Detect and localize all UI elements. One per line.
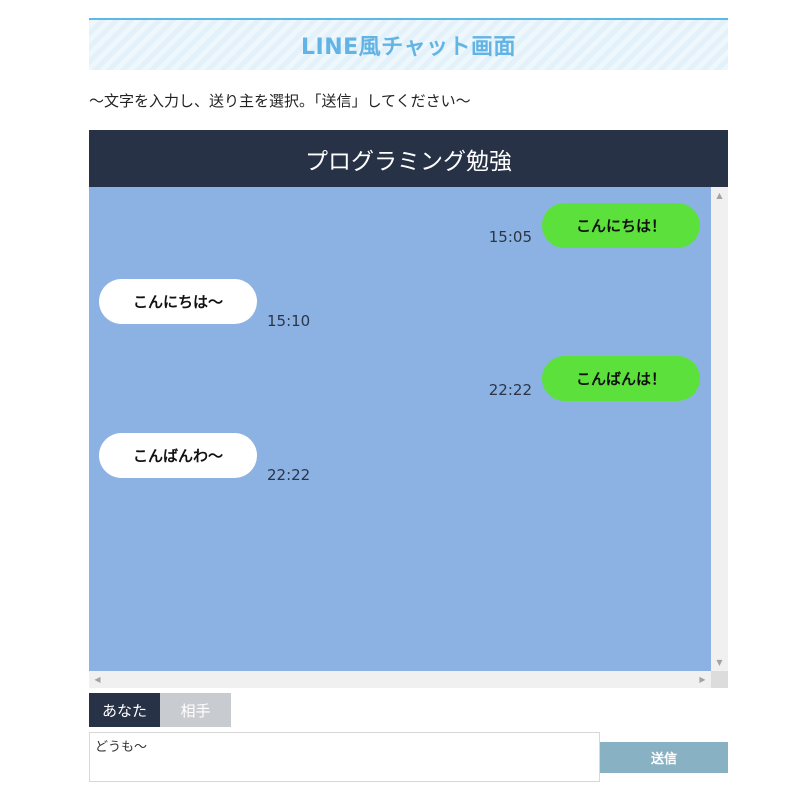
- message-row-partner: こんにちは〜 15:10: [99, 279, 310, 330]
- sender-selector: あなた 相手: [89, 693, 231, 727]
- tab-partner[interactable]: 相手: [160, 693, 231, 727]
- scroll-left-icon[interactable]: ◀: [89, 671, 106, 688]
- chat-room-title: プログラミング勉強: [89, 130, 728, 187]
- tab-you[interactable]: あなた: [89, 693, 160, 727]
- message-row-you: 15:05 こんにちは！: [489, 203, 700, 248]
- message-row-you: 22:22 こんばんは！: [489, 356, 700, 401]
- scroll-up-icon[interactable]: ▲: [711, 187, 728, 204]
- message-input[interactable]: どうも〜: [89, 732, 600, 782]
- message-bubble-you: こんにちは！: [542, 203, 700, 248]
- horizontal-scrollbar[interactable]: ◀ ▶: [89, 671, 711, 688]
- page-title: LINE風チャット画面: [89, 18, 728, 70]
- message-time: 15:10: [267, 312, 311, 330]
- scrollbar-corner: [711, 671, 728, 688]
- instructions-text: 〜文字を入力し、送り主を選択。「送信」してください〜: [89, 92, 471, 110]
- chat-message-area[interactable]: 15:05 こんにちは！ こんにちは〜 15:10 22:22 こんばんは！ こ…: [89, 187, 711, 671]
- message-time: 22:22: [488, 381, 532, 399]
- vertical-scrollbar[interactable]: ▲ ▼: [711, 187, 728, 671]
- message-bubble-partner: こんにちは〜: [99, 279, 257, 324]
- chat-window: プログラミング勉強 15:05 こんにちは！ こんにちは〜 15:10 22:2…: [89, 130, 728, 688]
- scroll-down-icon[interactable]: ▼: [711, 654, 728, 671]
- scroll-right-icon[interactable]: ▶: [694, 671, 711, 688]
- send-button[interactable]: 送信: [600, 742, 728, 773]
- message-bubble-partner: こんばんわ〜: [99, 433, 257, 478]
- message-time: 22:22: [267, 466, 311, 484]
- message-bubble-you: こんばんは！: [542, 356, 700, 401]
- message-row-partner: こんばんわ〜 22:22: [99, 433, 310, 484]
- message-time: 15:05: [488, 228, 532, 246]
